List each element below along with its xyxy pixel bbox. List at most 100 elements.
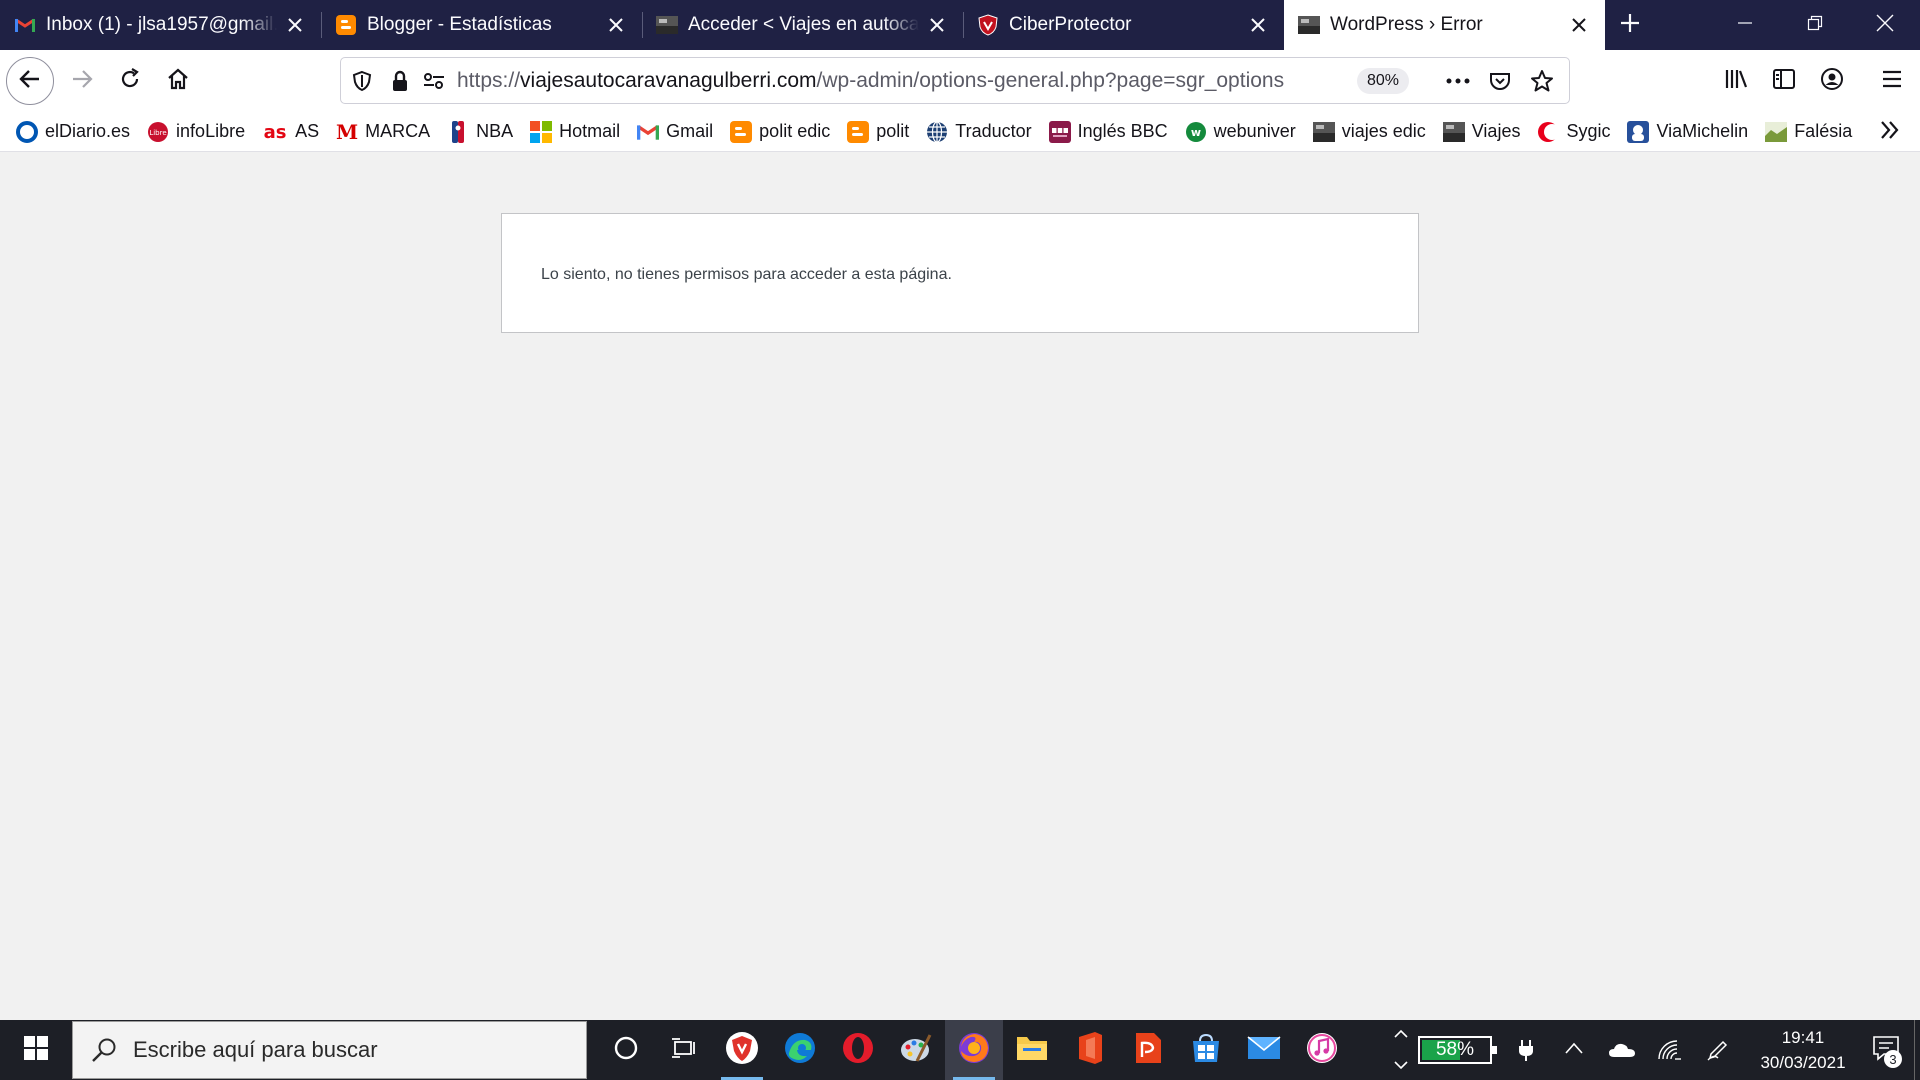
new-tab-button[interactable] [1605,0,1655,50]
page-actions [1437,62,1563,100]
cortana-button[interactable] [597,1020,655,1080]
wifi-icon[interactable] [1646,1020,1694,1080]
tracking-protection-icon[interactable] [345,64,379,98]
permissions-icon[interactable] [417,64,451,98]
bookmark-polit-edic[interactable]: polit edic [730,120,830,143]
bookmark-nba[interactable]: NBA [447,120,513,143]
bookmark-infolibre[interactable]: Libre infoLibre [147,121,245,143]
bookmark-star-icon[interactable] [1521,62,1563,100]
url-scheme: https:// [457,68,521,92]
bookmark-label: Falésia [1794,121,1853,141]
tab-strip: Inbox (1) - jlsa1957@gmail.co Blogger - … [0,0,1920,50]
bookmark-marca[interactable]: M MARCA [336,121,430,143]
show-desktop-button[interactable] [1914,1020,1920,1080]
forward-button[interactable] [58,57,106,105]
taskbar-search[interactable]: Escribe aquí para buscar [72,1021,587,1079]
bookmark-gmail[interactable]: Gmail [637,121,713,143]
minimize-icon [1737,15,1753,36]
task-view-button[interactable] [655,1020,713,1080]
home-button[interactable] [154,57,202,105]
bookmark-label: Sygic [1566,121,1611,141]
search-placeholder: Escribe aquí para buscar [133,1037,378,1062]
battery-percent: 58% [1435,1039,1475,1060]
bookmark-polit[interactable]: polit [847,120,909,143]
taskbar-app-file-explorer[interactable] [1003,1020,1061,1080]
close-window-button[interactable] [1850,0,1920,50]
taskbar-app-pdf[interactable] [1119,1020,1177,1080]
battery-cap [1492,1046,1497,1054]
account-button[interactable] [1808,57,1856,105]
bookmark-label: AS [295,121,320,141]
url-text[interactable]: https://viajesautocaravanagulberri.com/w… [457,69,1284,93]
nba-icon [447,120,469,143]
zoom-reset-button[interactable]: 80% [1357,68,1410,94]
power-plug-icon[interactable] [1502,1020,1550,1080]
tab-acceder[interactable]: Acceder < Viajes en autocara [642,0,963,50]
tab-blogger[interactable]: Blogger - Estadísticas [321,0,642,50]
marca-icon: M [336,121,358,143]
taskbar-scroll-button[interactable] [1388,1020,1414,1080]
bookmark-as[interactable]: as AS [262,121,319,143]
onedrive-icon[interactable] [1598,1020,1646,1080]
bookmark-falesia[interactable]: Falésia [1765,121,1852,143]
bookmark-ingles-bbc[interactable]: Inglés BBC [1048,120,1168,143]
reload-button[interactable] [106,57,154,105]
microsoft-icon [530,120,553,143]
taskbar-app-firefox[interactable] [945,1020,1003,1080]
library-button[interactable] [1712,57,1760,105]
taskbar-app-brave[interactable] [713,1020,771,1080]
action-center-button[interactable]: 3 [1858,1020,1914,1080]
hamburger-icon [1881,70,1903,93]
menu-button[interactable] [1868,57,1916,105]
lock-icon[interactable] [383,64,417,98]
bookmark-viajes-edic[interactable]: viajes edic [1312,121,1426,143]
taskbar-app-paint[interactable] [887,1020,945,1080]
taskbar-app-edge[interactable] [771,1020,829,1080]
bookmark-viajes[interactable]: Viajes [1442,121,1520,143]
page-actions-menu-icon[interactable] [1437,62,1479,100]
eldiario-icon [16,120,38,143]
error-box: Lo siento, no tienes permisos para acced… [501,213,1419,333]
sidebar-button[interactable] [1760,57,1808,105]
close-tab-icon[interactable] [1567,13,1591,37]
bookmark-label: Hotmail [559,121,621,141]
tab-gmail[interactable]: Inbox (1) - jlsa1957@gmail.co [0,0,321,50]
close-tab-icon[interactable] [604,13,628,37]
restore-button[interactable] [1780,0,1850,50]
bookmark-viamichelin[interactable]: ViaMichelin [1627,120,1748,143]
battery-indicator[interactable]: 58% [1418,1036,1497,1064]
edge-icon [783,1031,817,1070]
minimize-button[interactable] [1710,0,1780,50]
taskbar-app-office[interactable] [1061,1020,1119,1080]
start-button[interactable] [0,1020,72,1080]
chevron-up-icon [1394,1025,1408,1043]
taskbar-app-store[interactable] [1177,1020,1235,1080]
clock[interactable]: 19:41 30/03/2021 [1748,1025,1858,1075]
pocket-icon[interactable] [1479,62,1521,100]
back-button[interactable] [6,57,54,105]
bookmark-eldiario[interactable]: elDiario.es [16,120,130,143]
restore-icon [1807,15,1823,36]
tab-ciberprotector[interactable]: CiberProtector [963,0,1284,50]
taskbar-app-itunes[interactable] [1293,1020,1351,1080]
close-tab-icon[interactable] [283,13,307,37]
taskbar-app-mail[interactable] [1235,1020,1293,1080]
bookmark-label: webuniver [1213,121,1296,141]
bookmark-hotmail[interactable]: Hotmail [530,120,621,143]
taskbar-app-opera[interactable] [829,1020,887,1080]
bookmark-sygic[interactable]: Sygic [1537,121,1610,143]
url-bar[interactable]: https://viajesautocaravanagulberri.com/w… [340,57,1570,104]
pen-workspace-icon[interactable] [1694,1020,1742,1080]
show-hidden-icons-button[interactable] [1550,1020,1598,1080]
clock-time: 19:41 [1781,1028,1825,1047]
chevron-double-right-icon[interactable] [1878,118,1902,147]
search-icon [91,1037,117,1063]
bookmark-traductor[interactable]: Traductor [926,120,1032,143]
tab-title: Blogger - Estadísticas [367,14,552,35]
bookmark-webuniver[interactable]: w webuniver [1185,121,1296,143]
bbc-icon [1048,120,1071,143]
tab-wordpress-error[interactable]: WordPress › Error [1284,0,1605,50]
close-tab-icon[interactable] [1246,13,1270,37]
close-tab-icon[interactable] [925,13,949,37]
bookmark-label: viajes edic [1341,121,1426,141]
